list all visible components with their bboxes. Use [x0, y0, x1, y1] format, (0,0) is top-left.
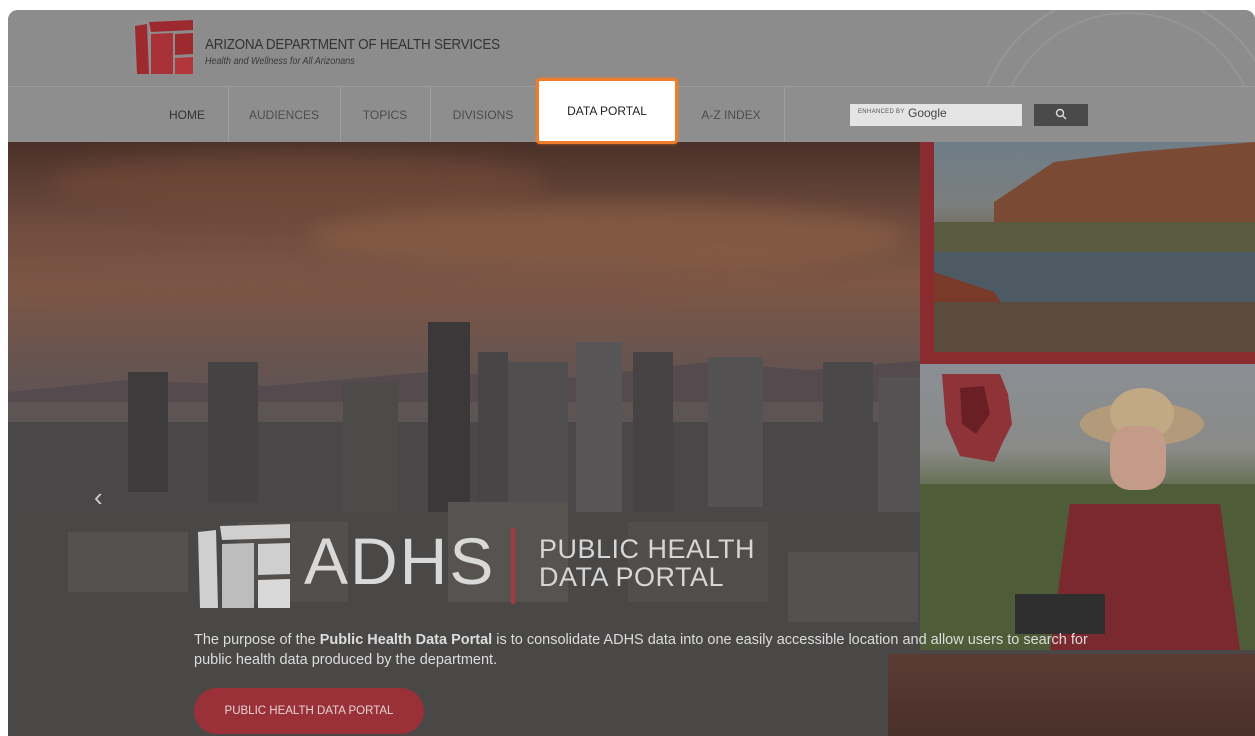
nav-data-portal[interactable]: DATA PORTAL [536, 78, 678, 144]
adhs-brand-text: ADHS [304, 524, 496, 598]
search-enhanced-label: ENHANCED BY [858, 109, 905, 115]
search-button[interactable] [1034, 104, 1088, 126]
adhs-brand-logo-icon [198, 524, 290, 608]
chevron-left-icon[interactable]: ‹ [94, 482, 103, 513]
org-name[interactable]: ARIZONA DEPARTMENT OF HEALTH SERVICES [205, 36, 500, 53]
brand-divider [511, 528, 515, 604]
org-tagline: Health and Wellness for All Arizonans [205, 56, 355, 67]
adhs-logo-icon[interactable] [133, 20, 195, 74]
farmer-photo [920, 364, 1255, 650]
desert-river-photo [934, 142, 1255, 352]
nav-divisions[interactable]: DIVISIONS [430, 87, 537, 143]
nav-az-index[interactable]: A-Z INDEX [678, 87, 785, 143]
public-health-data-portal-button[interactable]: PUBLIC HEALTH DATA PORTAL [194, 688, 424, 734]
nav-topics[interactable]: TOPICS [340, 87, 431, 143]
purpose-text: The purpose of the Public Health Data Po… [194, 632, 1088, 668]
purpose-bold: Public Health Data Portal [319, 632, 493, 648]
browser-frame: ARIZONA DEPARTMENT OF HEALTH SERVICES He… [8, 10, 1255, 736]
portal-title-line1: PUBLIC HEALTH [539, 534, 756, 564]
nav-audiences[interactable]: AUDIENCES [228, 87, 341, 143]
portal-title-line2: DATA PORTAL [539, 562, 725, 592]
search-input[interactable]: ENHANCED BY Google [850, 104, 1022, 126]
site-header: ARIZONA DEPARTMENT OF HEALTH SERVICES He… [8, 10, 1255, 294]
search-google-brand: Google [908, 106, 947, 120]
hero-banner: ‹ ADHS PUBLIC HEALTH DATA PORTAL The pur… [8, 142, 1255, 736]
nav-home[interactable]: HOME [146, 87, 229, 143]
search-icon [1055, 109, 1067, 120]
